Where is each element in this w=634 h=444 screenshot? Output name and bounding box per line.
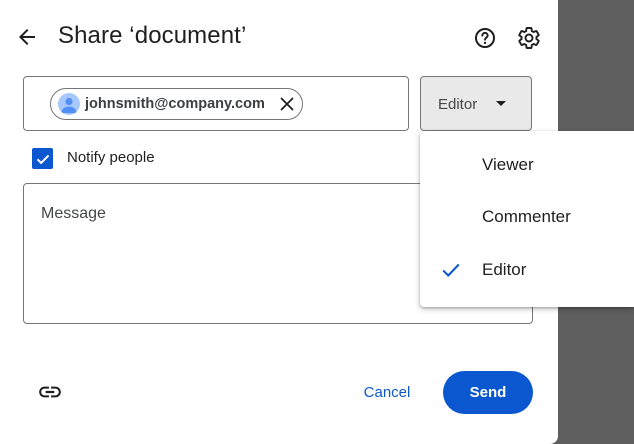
- recipient-chip[interactable]: johnsmith@company.com: [50, 88, 303, 120]
- role-menu-item-commenter[interactable]: Commenter: [420, 192, 634, 244]
- add-people-field[interactable]: johnsmith@company.com: [23, 76, 409, 131]
- triangle-down-icon: [496, 101, 506, 106]
- gear-icon: [518, 27, 540, 49]
- arrow-left-icon: [19, 29, 35, 45]
- person-avatar-icon: [58, 93, 80, 115]
- recipient-email: johnsmith@company.com: [85, 96, 265, 112]
- role-menu-item-label: Viewer: [482, 155, 534, 174]
- help-button[interactable]: [469, 22, 501, 54]
- dialog-title: Share ‘document’: [58, 22, 247, 49]
- notify-label: Notify people: [67, 149, 155, 166]
- role-menu-item-viewer[interactable]: Viewer: [420, 140, 634, 192]
- close-icon: [280, 97, 294, 111]
- cancel-button[interactable]: Cancel: [352, 372, 422, 412]
- remove-recipient-button[interactable]: [278, 95, 296, 113]
- role-select[interactable]: Editor: [420, 76, 532, 131]
- message-placeholder: Message: [41, 205, 106, 222]
- role-select-value: Editor: [438, 96, 478, 113]
- role-menu-item-label: Commenter: [482, 207, 571, 226]
- send-button[interactable]: Send: [443, 371, 533, 414]
- notify-checkbox[interactable]: [32, 148, 53, 169]
- help-circle-icon: [475, 28, 495, 48]
- check-icon: [36, 154, 49, 164]
- settings-button[interactable]: [513, 22, 545, 54]
- copy-link-button[interactable]: [34, 376, 66, 408]
- back-button[interactable]: [11, 21, 43, 53]
- check-icon: [442, 263, 460, 277]
- link-icon: [39, 386, 61, 398]
- role-menu: Viewer Commenter Editor: [420, 131, 634, 307]
- role-menu-item-label: Editor: [482, 260, 527, 279]
- role-menu-item-editor[interactable]: Editor: [420, 245, 634, 297]
